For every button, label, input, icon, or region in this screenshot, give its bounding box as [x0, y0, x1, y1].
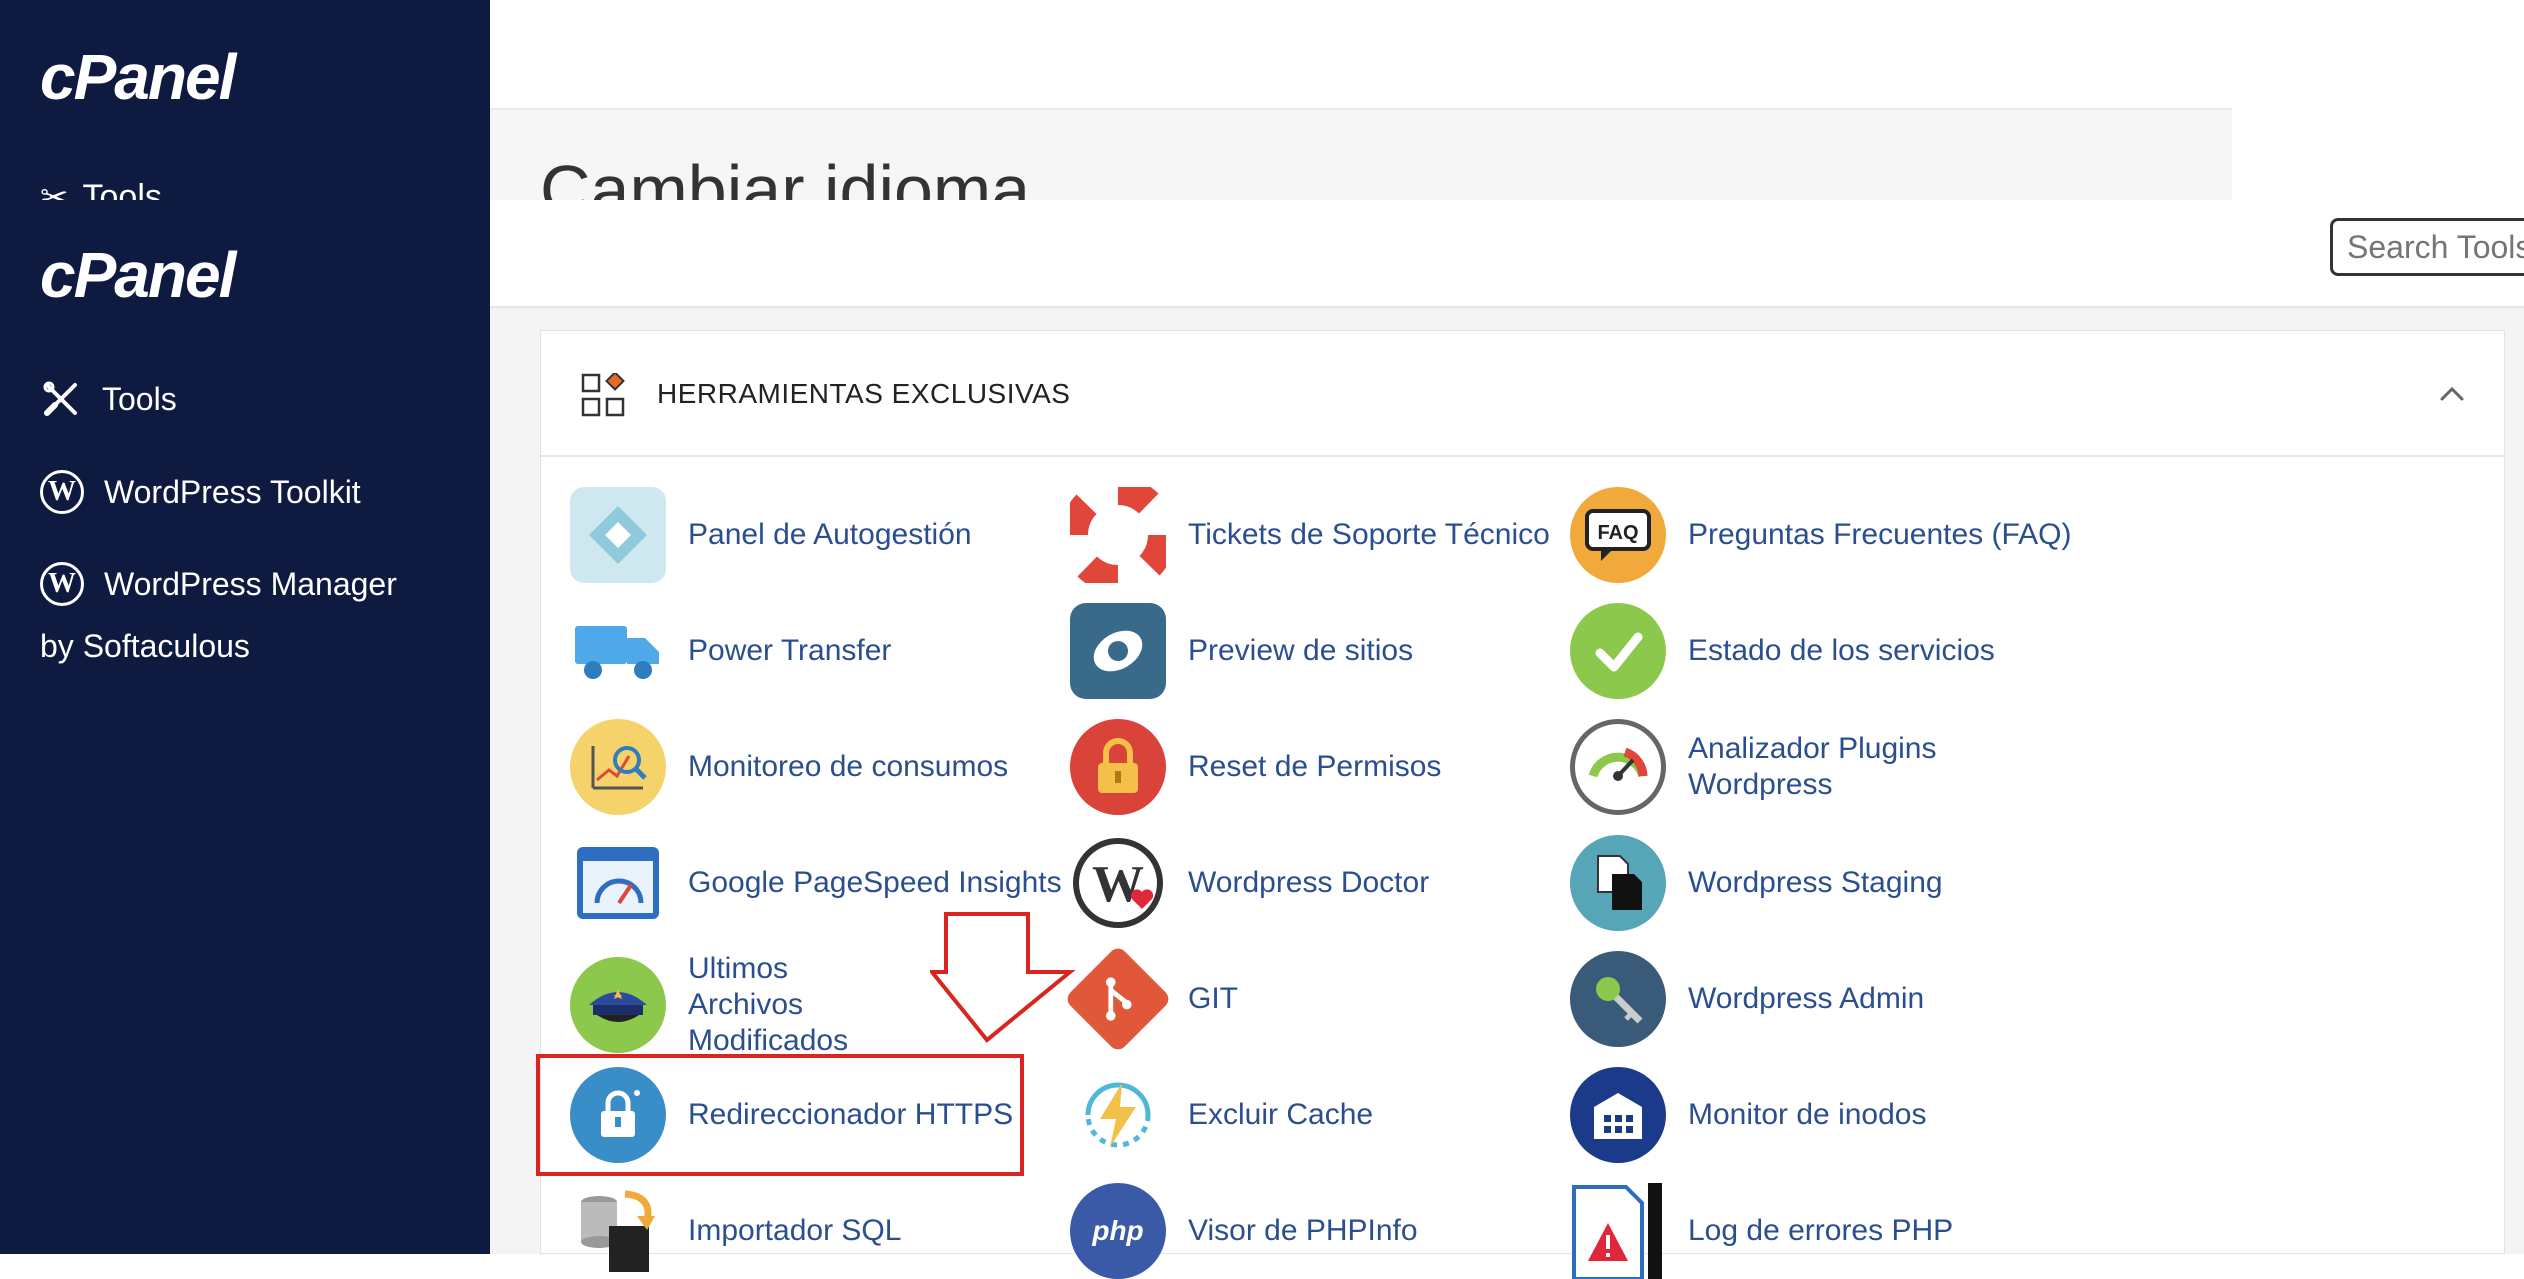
key-icon [1570, 951, 1666, 1047]
lifebuoy-icon [1070, 487, 1166, 583]
tool-preguntas-frecuentes[interactable]: FAQ Preguntas Frecuentes (FAQ) [1570, 487, 2072, 583]
group-tools-icon [581, 373, 625, 417]
sidebar-item-wordpress-manager[interactable]: W WordPress Manager [40, 562, 397, 606]
tool-ultimos-archivos[interactable]: Ultimos Archivos Modificados [570, 951, 908, 1059]
tools-icon: ✂ [40, 179, 69, 200]
section-title: HERRAMIENTAS EXCLUSIVAS [657, 378, 1071, 409]
speedometer-window-icon [570, 835, 666, 931]
php-icon: php [1070, 1183, 1166, 1279]
faq-icon: FAQ [1570, 487, 1666, 583]
annotation-highlight-box [536, 1054, 1024, 1176]
sidebar-item-wordpress-toolkit[interactable]: W WordPress Toolkit [40, 470, 361, 514]
lightning-icon [1070, 1067, 1166, 1163]
wordpress-icon: W [40, 470, 84, 514]
svg-text:php: php [1091, 1215, 1143, 1246]
sidebar: cPanel Tools W WordPress Toolkit W WordP… [0, 200, 490, 1254]
tool-wordpress-staging[interactable]: Wordpress Staging [1570, 835, 1943, 931]
tool-importador-sql[interactable]: Importador SQL [570, 1183, 901, 1279]
autogestion-icon [570, 487, 666, 583]
wordpress-heart-icon: W [1070, 835, 1166, 931]
tool-excluir-cache[interactable]: Excluir Cache [1070, 1067, 1373, 1163]
background-content: Cambiar idioma [490, 110, 2232, 200]
gauge-icon [1570, 719, 1666, 815]
tool-analizador-plugins[interactable]: Analizador Plugins Wordpress [1570, 719, 1988, 815]
sidebar-item-label: WordPress Manager [104, 565, 397, 602]
truck-icon [570, 603, 666, 699]
wordpress-icon: W [40, 562, 84, 606]
tool-visor-phpinfo[interactable]: php Visor de PHPInfo [1070, 1183, 1418, 1279]
panel-header[interactable]: HERRAMIENTAS EXCLUSIVAS [541, 331, 2504, 457]
background-tools-item: ✂ Tools [40, 178, 162, 200]
background-cpanel-logo: cPanel [40, 41, 236, 113]
tool-monitor-inodos[interactable]: Monitor de inodos [1570, 1067, 1926, 1163]
background-topbar [490, 0, 2232, 110]
tool-estado-servicios[interactable]: Estado de los servicios [1570, 603, 1995, 699]
tools-icon [40, 378, 82, 420]
sidebar-item-label: Tools [102, 380, 177, 417]
tool-log-errores-php[interactable]: Log de errores PHP [1570, 1183, 1953, 1279]
tool-monitoreo-consumos[interactable]: Monitoreo de consumos [570, 719, 1008, 815]
inodes-building-icon [1570, 1067, 1666, 1163]
search-input[interactable] [2330, 218, 2524, 276]
checkmark-icon [1570, 603, 1666, 699]
eye-icon [1070, 603, 1166, 699]
annotation-down-arrow-icon [930, 912, 1076, 1043]
error-log-icon [1570, 1183, 1666, 1279]
tool-wordpress-admin[interactable]: Wordpress Admin [1570, 951, 1924, 1047]
padlock-icon [1070, 719, 1166, 815]
staging-files-icon [1570, 835, 1666, 931]
chart-magnifier-icon [570, 719, 666, 815]
cpanel-logo: cPanel [40, 239, 236, 311]
sidebar-item-sublabel: by Softaculous [40, 628, 250, 664]
tool-panel-autogestion[interactable]: Panel de Autogestión [570, 487, 972, 583]
tool-power-transfer[interactable]: Power Transfer [570, 603, 891, 699]
topbar [490, 200, 2524, 308]
tool-tickets-soporte[interactable]: Tickets de Soporte Técnico [1070, 487, 1550, 583]
sidebar-item-label: WordPress Toolkit [104, 473, 361, 510]
police-cap-icon [570, 957, 666, 1053]
background-sidebar: cPanel ✂ Tools [0, 0, 490, 200]
svg-text:FAQ: FAQ [1597, 522, 1638, 544]
tool-preview-sitios[interactable]: Preview de sitios [1070, 603, 1413, 699]
tool-wordpress-doctor[interactable]: W Wordpress Doctor [1070, 835, 1429, 931]
sidebar-item-tools[interactable]: Tools [40, 378, 177, 420]
sql-import-icon [570, 1183, 666, 1279]
tool-reset-permisos[interactable]: Reset de Permisos [1070, 719, 1441, 815]
svg-text:W: W [1092, 856, 1144, 913]
background-page-title: Cambiar idioma [540, 151, 1031, 200]
tool-git[interactable]: GIT [1063, 944, 1238, 1054]
chevron-up-icon[interactable] [2439, 381, 2465, 407]
